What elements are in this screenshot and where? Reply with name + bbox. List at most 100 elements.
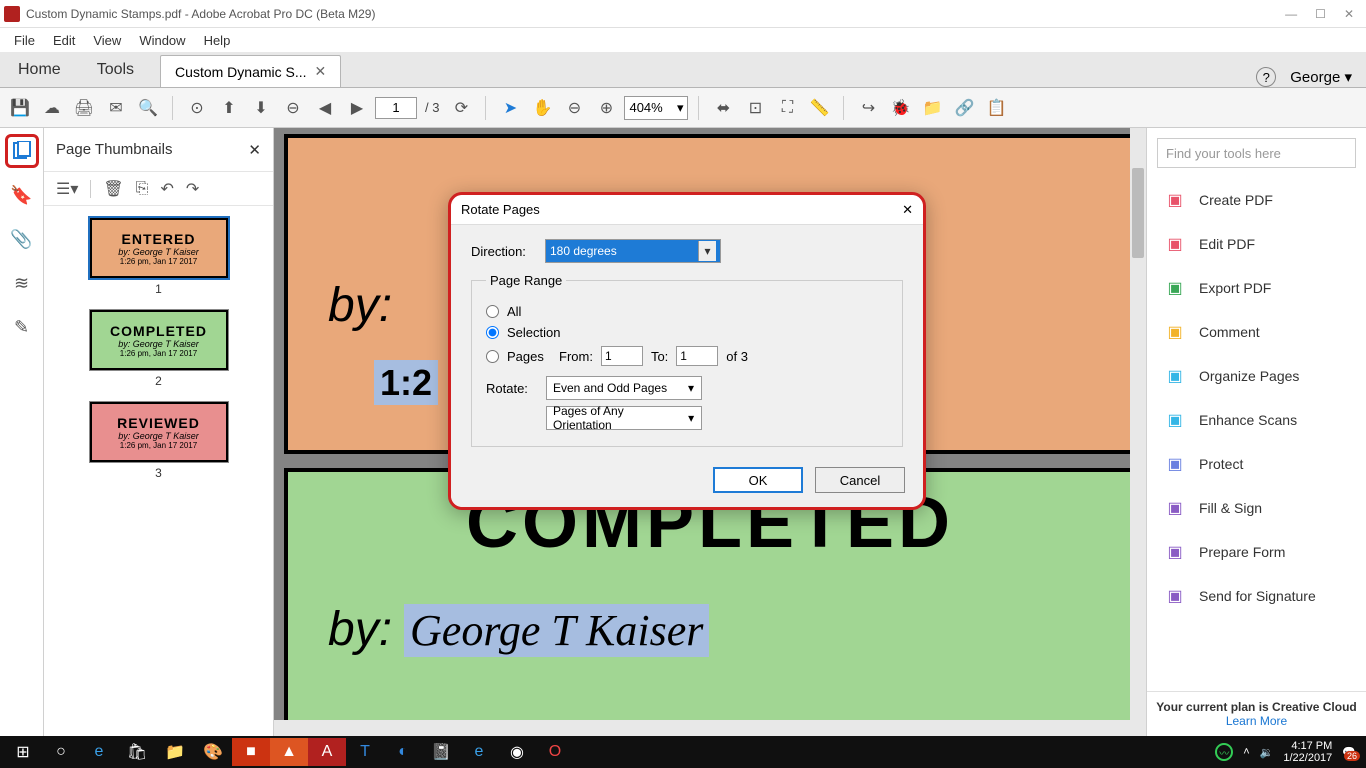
thumb-rotate-ccw-icon[interactable]: ↶ bbox=[161, 179, 174, 199]
opera-icon[interactable]: O bbox=[536, 738, 574, 766]
mail-icon[interactable]: ✉ bbox=[102, 94, 130, 122]
taskbar-clock[interactable]: 4:17 PM 1/22/2017 bbox=[1283, 740, 1332, 764]
store-icon[interactable]: 🛍 bbox=[118, 738, 156, 766]
thumbnail-pane-close-icon[interactable]: ✕ bbox=[248, 141, 261, 159]
maximize-button[interactable]: ☐ bbox=[1315, 7, 1326, 21]
fit-width-icon[interactable]: ⬌ bbox=[709, 94, 737, 122]
orientation-select[interactable]: Pages of Any Orientation▾ bbox=[546, 406, 702, 430]
ruler-icon[interactable]: 📏 bbox=[805, 94, 833, 122]
rail-attachment-icon[interactable]: 📎 bbox=[5, 222, 39, 256]
zoom-select[interactable]: 404%▾ bbox=[624, 96, 688, 120]
hand-icon[interactable]: ✋ bbox=[528, 94, 556, 122]
tab-document[interactable]: Custom Dynamic S... ✕ bbox=[160, 55, 341, 87]
cortana-icon[interactable]: ○ bbox=[42, 738, 80, 766]
paint-icon[interactable]: 🎨 bbox=[194, 738, 232, 766]
next-icon[interactable]: ▶ bbox=[343, 94, 371, 122]
close-button[interactable]: ✕ bbox=[1344, 7, 1354, 21]
rail-layers-icon[interactable]: ≋ bbox=[5, 266, 39, 300]
clipboard-icon[interactable]: 📋 bbox=[982, 94, 1010, 122]
thumb-extract-icon[interactable]: ⎘ bbox=[136, 180, 149, 198]
tool-item[interactable]: ▣Comment bbox=[1147, 310, 1366, 354]
tool-item[interactable]: ▣Enhance Scans bbox=[1147, 398, 1366, 442]
start-icon[interactable]: ⊞ bbox=[4, 738, 42, 766]
tab-close-icon[interactable]: ✕ bbox=[315, 63, 327, 80]
folder-icon[interactable]: 📁 bbox=[918, 94, 946, 122]
tool-item[interactable]: ▣Create PDF bbox=[1147, 178, 1366, 222]
tool-item[interactable]: ▣Organize Pages bbox=[1147, 354, 1366, 398]
page-input[interactable] bbox=[375, 97, 417, 119]
tab-home[interactable]: Home bbox=[0, 53, 79, 87]
zoom-out-icon[interactable]: ⊖ bbox=[560, 94, 588, 122]
user-menu[interactable]: George ▾ bbox=[1290, 68, 1352, 86]
zoom-in-icon[interactable]: ⊕ bbox=[592, 94, 620, 122]
refresh-icon[interactable]: ⟳ bbox=[447, 94, 475, 122]
page-nav-icon[interactable]: ⊙ bbox=[183, 94, 211, 122]
app4-icon[interactable]: ◐ bbox=[384, 738, 422, 766]
horizontal-scrollbar[interactable] bbox=[274, 720, 1130, 736]
menu-edit[interactable]: Edit bbox=[45, 31, 83, 50]
radio-all[interactable] bbox=[486, 305, 499, 318]
tool-item[interactable]: ▣Send for Signature bbox=[1147, 574, 1366, 618]
thumb-delete-icon[interactable]: 🗑 bbox=[103, 179, 123, 199]
tool-item[interactable]: ▣Protect bbox=[1147, 442, 1366, 486]
cursor-icon[interactable]: ➤ bbox=[496, 94, 524, 122]
fullscreen-icon[interactable]: ⛶ bbox=[773, 94, 801, 122]
menu-help[interactable]: Help bbox=[196, 31, 239, 50]
link-icon[interactable]: 🔗 bbox=[950, 94, 978, 122]
explorer-icon[interactable]: 📁 bbox=[156, 738, 194, 766]
cloud-icon[interactable]: ☁ bbox=[38, 94, 66, 122]
app1-icon[interactable]: ■ bbox=[232, 738, 270, 766]
thumb-options-icon[interactable]: ☰▾ bbox=[56, 179, 78, 199]
learn-more-link[interactable]: Learn More bbox=[1155, 714, 1358, 728]
page-down-icon[interactable]: ⬇ bbox=[247, 94, 275, 122]
thumbnail[interactable]: ENTEREDby: George T Kaiser1:26 pm, Jan 1… bbox=[89, 218, 229, 296]
save-icon[interactable]: 💾 bbox=[6, 94, 34, 122]
thumbnail[interactable]: COMPLETEDby: George T Kaiser1:26 pm, Jan… bbox=[89, 310, 229, 388]
share-icon[interactable]: ↪ bbox=[854, 94, 882, 122]
app5-icon[interactable]: 📓 bbox=[422, 738, 460, 766]
print-icon[interactable]: 🖨 bbox=[70, 94, 98, 122]
cancel-button[interactable]: Cancel bbox=[815, 467, 905, 493]
page-up-icon[interactable]: ⬆ bbox=[215, 94, 243, 122]
menu-file[interactable]: File bbox=[6, 31, 43, 50]
ok-button[interactable]: OK bbox=[713, 467, 803, 493]
minimize-button[interactable]: — bbox=[1285, 7, 1297, 21]
radio-pages[interactable] bbox=[486, 350, 499, 363]
tab-tools[interactable]: Tools bbox=[79, 53, 152, 87]
prev-icon[interactable]: ◀ bbox=[311, 94, 339, 122]
tool-item[interactable]: ▣Export PDF bbox=[1147, 266, 1366, 310]
thumbnail[interactable]: REVIEWEDby: George T Kaiser1:26 pm, Jan … bbox=[89, 402, 229, 480]
tool-item[interactable]: ▣Edit PDF bbox=[1147, 222, 1366, 266]
tool-item[interactable]: ▣Prepare Form bbox=[1147, 530, 1366, 574]
rail-sign-icon[interactable]: ✎ bbox=[5, 310, 39, 344]
help-icon[interactable]: ? bbox=[1256, 67, 1276, 87]
dialog-close-icon[interactable]: ✕ bbox=[902, 202, 913, 218]
from-input[interactable] bbox=[601, 346, 643, 366]
menu-view[interactable]: View bbox=[85, 31, 129, 50]
stamp-icon[interactable]: 🐞 bbox=[886, 94, 914, 122]
acrobat-icon[interactable]: A bbox=[308, 738, 346, 766]
rail-bookmark-icon[interactable]: 🔖 bbox=[5, 178, 39, 212]
rail-thumbnails-icon[interactable] bbox=[5, 134, 39, 168]
tray-volume-icon[interactable]: 🔉 bbox=[1260, 746, 1274, 759]
app3-icon[interactable]: T bbox=[346, 738, 384, 766]
rotate-select[interactable]: Even and Odd Pages▾ bbox=[546, 376, 702, 400]
page-nav2-icon[interactable]: ⊖ bbox=[279, 94, 307, 122]
app2-icon[interactable]: ▲ bbox=[270, 738, 308, 766]
edge-icon[interactable]: e bbox=[80, 738, 118, 766]
chrome-icon[interactable]: ◉ bbox=[498, 738, 536, 766]
fit-page-icon[interactable]: ⊡ bbox=[741, 94, 769, 122]
radio-selection[interactable] bbox=[486, 326, 499, 339]
notifications-icon[interactable]: 💬26 bbox=[1342, 746, 1356, 759]
tools-search[interactable]: Find your tools here bbox=[1157, 138, 1356, 168]
menu-window[interactable]: Window bbox=[131, 31, 193, 50]
vertical-scrollbar[interactable] bbox=[1130, 128, 1146, 736]
tool-item[interactable]: ▣Fill & Sign bbox=[1147, 486, 1366, 530]
ie-icon[interactable]: e bbox=[460, 738, 498, 766]
search-icon[interactable]: 🔍 bbox=[134, 94, 162, 122]
thumb-rotate-cw-icon[interactable]: ↷ bbox=[186, 179, 199, 199]
tray-activity-icon[interactable]: 〰 bbox=[1215, 743, 1233, 761]
direction-select[interactable]: 180 degrees▾ bbox=[545, 239, 721, 263]
to-input[interactable] bbox=[676, 346, 718, 366]
tray-up-icon[interactable]: ˄ bbox=[1243, 746, 1249, 758]
